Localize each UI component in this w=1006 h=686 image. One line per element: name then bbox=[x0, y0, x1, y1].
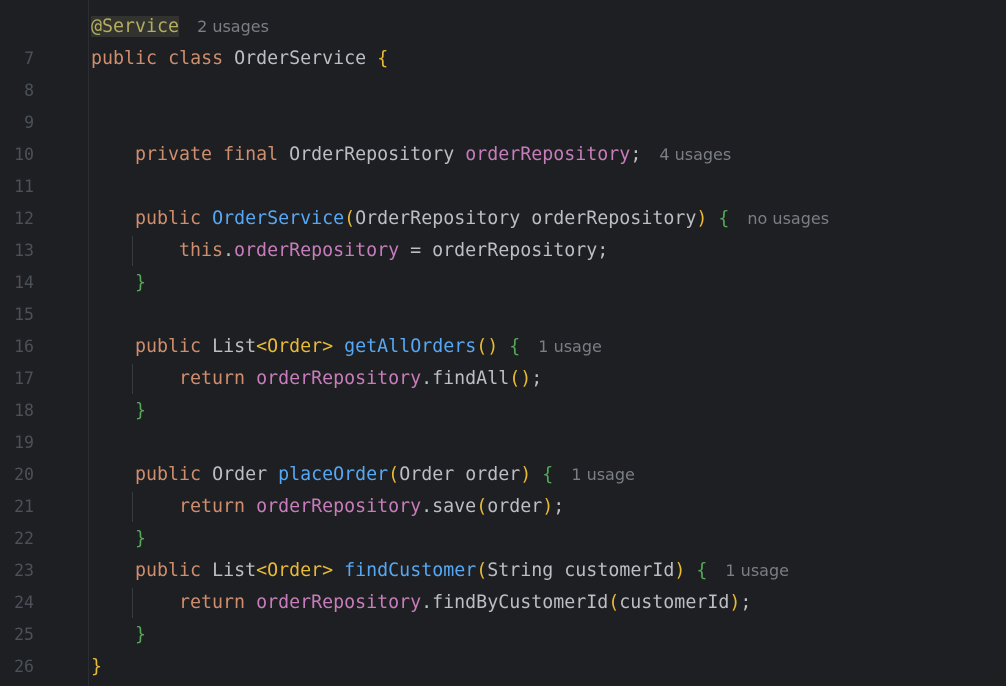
brace: } bbox=[135, 272, 147, 293]
brace: { bbox=[542, 464, 554, 485]
brace: { bbox=[696, 560, 708, 581]
type-name: List bbox=[212, 336, 257, 357]
code-line[interactable]: 21 public Order placeOrder(Order order) … bbox=[0, 459, 1006, 516]
keyword: final bbox=[223, 144, 279, 165]
keyword: public bbox=[135, 560, 202, 581]
usages-hint[interactable]: 1 usage bbox=[725, 561, 789, 580]
usages-hint[interactable]: 1 usage bbox=[571, 465, 635, 484]
field-name: orderRepository bbox=[234, 240, 400, 261]
paren: ) bbox=[542, 496, 554, 517]
paren: ) bbox=[729, 592, 741, 613]
code-editor[interactable]: 7 @Service 2 usages 8 public class OrderS… bbox=[0, 0, 1006, 686]
paren: ( bbox=[509, 368, 521, 389]
method-call: .findAll bbox=[421, 368, 510, 389]
method-call: .findByCustomerId bbox=[421, 592, 609, 613]
code-line[interactable]: 7 @Service 2 usages bbox=[0, 11, 1006, 68]
semicolon: ; bbox=[630, 144, 642, 165]
paren: ( bbox=[476, 336, 488, 357]
paren: ( bbox=[476, 496, 488, 517]
usages-hint[interactable]: 1 usage bbox=[538, 337, 602, 356]
field-name: orderRepository bbox=[465, 144, 631, 165]
method-name: placeOrder bbox=[278, 464, 389, 485]
code-line[interactable]: 24 public List<Order> findCustomer(Strin… bbox=[0, 555, 1006, 612]
semicolon: ; bbox=[531, 368, 543, 389]
semicolon: ; bbox=[740, 592, 752, 613]
field-name: orderRepository bbox=[256, 592, 422, 613]
code-line[interactable]: 13 public OrderService(OrderRepository o… bbox=[0, 203, 1006, 260]
field-name: orderRepository bbox=[256, 368, 422, 389]
code-line[interactable]: 14 this.orderRepository = orderRepositor… bbox=[0, 235, 1006, 292]
code-line[interactable]: 19 } bbox=[0, 395, 1006, 452]
keyword: return bbox=[179, 496, 246, 517]
keyword: public bbox=[135, 336, 202, 357]
keyword: this bbox=[179, 240, 224, 261]
code-line[interactable]: 16 bbox=[0, 299, 1006, 356]
constructor-name: OrderService bbox=[212, 208, 345, 229]
code-line[interactable]: 18 return orderRepository.findAll(); bbox=[0, 363, 1006, 420]
generic-type: <Order> bbox=[256, 560, 334, 581]
paren: ( bbox=[608, 592, 620, 613]
brace: } bbox=[135, 400, 147, 421]
code-line[interactable]: 10 bbox=[0, 107, 1006, 164]
type-name: OrderRepository bbox=[289, 144, 455, 165]
brace: } bbox=[91, 656, 103, 677]
usages-hint[interactable]: no usages bbox=[747, 209, 829, 228]
parameter: OrderRepository orderRepository bbox=[355, 208, 697, 229]
method-call: .save bbox=[421, 496, 477, 517]
brace: { bbox=[377, 48, 389, 69]
code-line[interactable]: 22 return orderRepository.save(order); bbox=[0, 491, 1006, 548]
code-line[interactable]: 20 bbox=[0, 427, 1006, 484]
assignment: = orderRepository; bbox=[399, 240, 609, 261]
brace: { bbox=[509, 336, 521, 357]
code-line[interactable]: 11 private final OrderRepository orderRe… bbox=[0, 139, 1006, 196]
code-line[interactable]: 9 bbox=[0, 75, 1006, 132]
code-line[interactable]: 25 return orderRepository.findByCustomer… bbox=[0, 587, 1006, 644]
paren: ( bbox=[388, 464, 400, 485]
argument: order bbox=[487, 496, 543, 517]
usages-hint[interactable]: 2 usages bbox=[197, 17, 269, 36]
keyword: return bbox=[179, 592, 246, 613]
parameter: Order order bbox=[399, 464, 521, 485]
code-line[interactable]: 27 } bbox=[0, 651, 1006, 683]
field-name: orderRepository bbox=[256, 496, 422, 517]
paren: ) bbox=[674, 560, 686, 581]
generic-type: <Order> bbox=[256, 336, 334, 357]
argument: customerId bbox=[619, 592, 730, 613]
code-line[interactable]: 15 } bbox=[0, 267, 1006, 324]
keyword: return bbox=[179, 368, 246, 389]
paren: ) bbox=[487, 336, 499, 357]
paren: ( bbox=[476, 560, 488, 581]
usages-hint[interactable]: 4 usages bbox=[659, 145, 731, 164]
keyword: class bbox=[168, 48, 224, 69]
brace: } bbox=[135, 624, 147, 645]
paren: ) bbox=[696, 208, 708, 229]
keyword: public bbox=[135, 208, 202, 229]
dot: . bbox=[223, 240, 235, 261]
semicolon: ; bbox=[553, 496, 565, 517]
keyword: public bbox=[91, 48, 158, 69]
paren: ) bbox=[520, 368, 532, 389]
method-name: findCustomer bbox=[344, 560, 477, 581]
keyword: public bbox=[135, 464, 202, 485]
paren: ) bbox=[520, 464, 532, 485]
parameter: String customerId bbox=[487, 560, 675, 581]
code-line[interactable]: 8 public class OrderService { bbox=[0, 43, 1006, 100]
code-line[interactable]: 12 bbox=[0, 171, 1006, 228]
code-line[interactable]: 23 } bbox=[0, 523, 1006, 580]
code-line[interactable]: 26 } bbox=[0, 619, 1006, 676]
keyword: private bbox=[135, 144, 213, 165]
type-name: Order bbox=[212, 464, 268, 485]
method-name: getAllOrders bbox=[344, 336, 477, 357]
annotation: @Service bbox=[91, 16, 180, 37]
brace: { bbox=[718, 208, 730, 229]
brace: } bbox=[135, 528, 147, 549]
type-name: List bbox=[212, 560, 257, 581]
class-name: OrderService bbox=[234, 48, 367, 69]
code-line[interactable]: 17 public List<Order> getAllOrders() {1 … bbox=[0, 331, 1006, 388]
paren: ( bbox=[344, 208, 356, 229]
